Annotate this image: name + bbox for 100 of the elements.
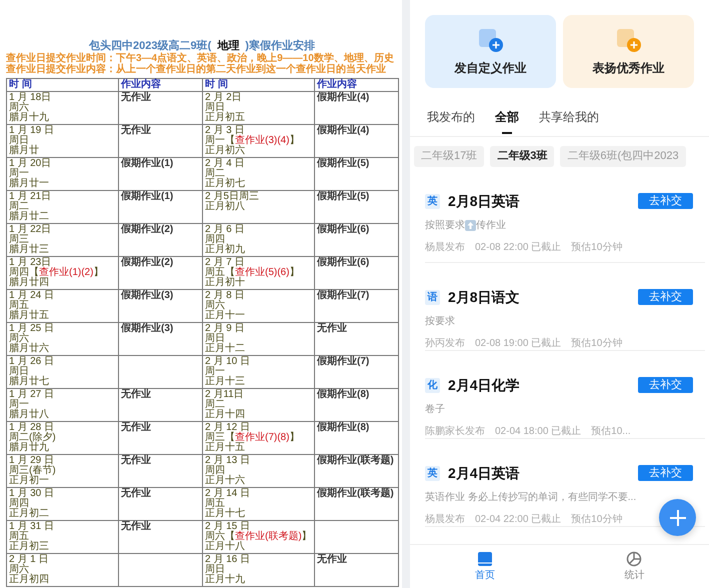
weekday-text: 周一 bbox=[9, 169, 29, 179]
tab[interactable]: 全部 bbox=[495, 108, 519, 136]
weekday-text: 周五 bbox=[9, 532, 29, 542]
homework-text: 无作业 bbox=[121, 92, 151, 103]
pie-chart-icon bbox=[626, 550, 642, 566]
date-text: 1 月 21日 bbox=[9, 192, 52, 202]
lunar-date: 腊月廿 bbox=[9, 146, 40, 156]
date-text: 1 月 18日 bbox=[9, 93, 52, 103]
date-text: 2 月 16 日 bbox=[205, 555, 252, 565]
date-text: 2 月5日周三 bbox=[205, 192, 260, 202]
homework-text: 无作业 bbox=[121, 455, 151, 466]
lunar-date: 正月初十 bbox=[205, 278, 246, 288]
action-card[interactable]: 表扬优秀作业 bbox=[563, 15, 694, 88]
class-chip[interactable]: 二年级17班 bbox=[414, 146, 484, 166]
lunar-date: 腊月廿七 bbox=[9, 377, 50, 387]
homework-text: 假期作业(1) bbox=[121, 158, 174, 169]
date-text: 1 月 26 日 bbox=[9, 357, 56, 367]
homework-text: 假期作业(7) bbox=[317, 356, 370, 367]
date-text: 2 月 2日 bbox=[205, 93, 243, 103]
column-header: 时 间 bbox=[202, 78, 314, 92]
weekday-text: 周四【查作业(1)(2)】 bbox=[9, 268, 104, 278]
homework-text: 假期作业(4) bbox=[317, 92, 370, 103]
estimate-text: 预估10分钟 bbox=[571, 512, 622, 526]
lunar-date: 正月十九 bbox=[205, 575, 246, 585]
lunar-date: 腊月廿六 bbox=[9, 344, 50, 354]
weekday-text: 周三【查作业(7)(8)】 bbox=[205, 433, 300, 443]
assignment-title: 2月8日英语 bbox=[448, 192, 520, 210]
homework-text: 无作业 bbox=[317, 323, 347, 334]
note-text: 查作业日提交作业内容：从上一个查作业日的第二天作业到这一个查作业日的当天作业 bbox=[6, 64, 387, 75]
assignment-title: 2月4日化学 bbox=[448, 376, 520, 394]
subject-badge: 英 bbox=[425, 194, 440, 208]
weekday-text: 周日 bbox=[205, 103, 225, 113]
homework-text: 假期作业(联考题) bbox=[317, 488, 394, 499]
lunar-date: 正月初二 bbox=[9, 509, 50, 519]
estimate-text: 预估10... bbox=[591, 424, 631, 438]
add-button[interactable] bbox=[659, 499, 696, 536]
date-text: 1 月 28 日 bbox=[9, 423, 54, 433]
lunar-date: 正月十三 bbox=[205, 377, 246, 387]
weekday-text: 周一 bbox=[9, 400, 29, 410]
lunar-date: 正月初一 bbox=[9, 476, 49, 486]
weekday-text: 周一 bbox=[205, 367, 225, 377]
book-icon bbox=[476, 550, 493, 566]
homework-text: 无作业 bbox=[317, 554, 347, 565]
homework-text: 假期作业(6) bbox=[317, 257, 370, 268]
nav-item[interactable]: 统计 bbox=[560, 545, 709, 588]
resubmit-button[interactable]: 去补交 bbox=[638, 289, 693, 305]
date-text: 2 月 13 日 bbox=[205, 456, 252, 466]
lunar-date: 腊月廿一 bbox=[9, 179, 50, 189]
resubmit-button[interactable]: 去补交 bbox=[638, 377, 693, 393]
date-text: 1 月 20日 bbox=[9, 159, 52, 169]
weekday-text: 周日 bbox=[205, 334, 225, 344]
date-text: 2 月 3 日 bbox=[205, 126, 244, 136]
date-text: 2 月11日 bbox=[205, 390, 245, 400]
date-text: 2 月 1 日 bbox=[9, 555, 50, 565]
homework-text: 假期作业(3) bbox=[121, 323, 174, 334]
homework-text: 假期作业(2) bbox=[121, 257, 174, 268]
subject-badge: 英 bbox=[425, 466, 440, 480]
lunar-date: 正月十四 bbox=[205, 410, 246, 420]
note-text: 查作业日提交作业时间：下午3—4点语文、英语、政治，晚上9——10数学、地理、历史 bbox=[6, 53, 395, 64]
column-header: 作业内容 bbox=[118, 78, 202, 92]
date-text: 1 月 19 日 bbox=[9, 126, 56, 136]
homework-text: 无作业 bbox=[121, 422, 151, 433]
lunar-date: 腊月廿四 bbox=[9, 278, 50, 288]
lunar-date: 腊月廿九 bbox=[9, 443, 49, 453]
lunar-date: 正月初九 bbox=[205, 245, 246, 255]
weekday-text: 周二 bbox=[205, 169, 225, 179]
resubmit-button[interactable]: 去补交 bbox=[638, 465, 693, 481]
lunar-date: 正月十七 bbox=[205, 509, 246, 519]
description-text: 卷子 bbox=[425, 402, 445, 416]
date-text: 1 月 31 日 bbox=[9, 522, 56, 532]
tab[interactable]: 我发布的 bbox=[427, 108, 475, 136]
date-text: 1 月 24 日 bbox=[9, 291, 56, 301]
lunar-date: 正月十六 bbox=[205, 476, 246, 486]
tab[interactable]: 共享给我的 bbox=[539, 108, 599, 136]
lunar-date: 正月初四 bbox=[9, 575, 50, 585]
class-chip[interactable]: 二年级3班 bbox=[490, 146, 554, 166]
lunar-date: 腊月十九 bbox=[9, 113, 50, 123]
resubmit-button[interactable]: 去补交 bbox=[638, 193, 693, 209]
lunar-date: 正月初七 bbox=[205, 179, 246, 189]
homework-text: 假期作业(8) bbox=[317, 422, 370, 433]
weekday-text: 周日 bbox=[9, 367, 29, 377]
homework-text: 无作业 bbox=[121, 389, 151, 400]
weekday-text: 周二 bbox=[9, 202, 29, 212]
class-chip[interactable]: 二年级6班(包四中2023 bbox=[560, 146, 686, 166]
author-text: 孙丙发布 bbox=[425, 336, 465, 350]
date-text: 1 月 23日 bbox=[9, 258, 52, 268]
weekday-text: 周六 bbox=[9, 334, 29, 344]
weekday-text: 周五【查作业(5)(6)】 bbox=[205, 268, 300, 278]
card-plus-icon bbox=[616, 26, 642, 52]
subject-badge: 语 bbox=[425, 290, 440, 304]
description-text: 英语作业 务必上传抄写的单词，有些同学不要... bbox=[425, 490, 636, 504]
date-text: 2 月 8 日 bbox=[205, 291, 246, 301]
nav-item[interactable]: 首页 bbox=[410, 545, 560, 588]
homework-text: 无作业 bbox=[121, 521, 151, 532]
weekday-text: 周二 bbox=[205, 400, 225, 410]
clipboard-plus-icon bbox=[478, 26, 504, 52]
action-card[interactable]: 发自定义作业 bbox=[425, 15, 556, 88]
homework-text: 假期作业(3) bbox=[121, 290, 174, 301]
author-text: 陈鹏家长发布 bbox=[425, 424, 485, 438]
deadline-text: 02-04 18:00 已截止 bbox=[495, 424, 582, 438]
